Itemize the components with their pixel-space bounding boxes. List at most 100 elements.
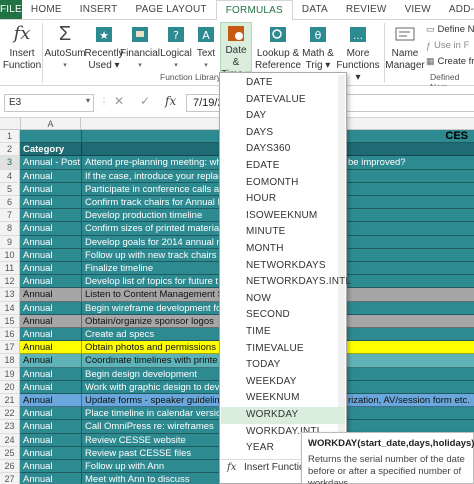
tab-formulas[interactable]: FORMULAS: [215, 0, 293, 21]
define-name-button[interactable]: ▭ Define N: [426, 24, 474, 35]
name-box[interactable]: E3 ▾: [4, 94, 94, 112]
function-item-weeknum[interactable]: WEEKNUM: [221, 390, 345, 407]
tab-add-ins[interactable]: ADD-INS: [440, 0, 474, 19]
row-number[interactable]: 15: [0, 314, 20, 328]
cell-category[interactable]: Annual: [20, 248, 82, 262]
cancel-icon[interactable]: ✕: [114, 94, 124, 108]
cell-category[interactable]: Annual: [20, 262, 82, 276]
financial-button[interactable]: Financial ▾: [120, 22, 160, 72]
function-item-days360[interactable]: DAYS360: [221, 141, 345, 158]
function-item-days[interactable]: DAYS: [221, 125, 345, 142]
column-header-a[interactable]: A: [20, 118, 81, 130]
cell-category[interactable]: Annual: [20, 314, 82, 328]
resize-handle-icon[interactable]: ⋮: [100, 97, 108, 106]
cell-category[interactable]: Annual: [20, 380, 82, 394]
row-number[interactable]: 13: [0, 288, 20, 302]
math-trig-button[interactable]: θ Math & Trig ▾: [302, 22, 334, 72]
text-button[interactable]: A Text ▾: [193, 22, 219, 72]
cell-category[interactable]: Annual - Post: [20, 156, 82, 170]
row-number[interactable]: 21: [0, 394, 20, 408]
tab-file[interactable]: FILE: [0, 0, 22, 19]
tab-view[interactable]: VIEW: [396, 0, 440, 19]
function-item-now[interactable]: NOW: [221, 291, 345, 308]
row-number[interactable]: 5: [0, 182, 20, 196]
row-number[interactable]: 7: [0, 209, 20, 223]
row-number[interactable]: 8: [0, 222, 20, 236]
cell-category[interactable]: Annual: [20, 222, 82, 236]
row-number[interactable]: 11: [0, 262, 20, 276]
cell-category[interactable]: Annual: [20, 446, 82, 460]
cell-category[interactable]: Annual: [20, 433, 82, 447]
cell-category[interactable]: [20, 130, 82, 144]
row-number[interactable]: 20: [0, 380, 20, 394]
cell-category[interactable]: Annual: [20, 407, 82, 421]
cell-category[interactable]: Annual: [20, 354, 82, 368]
function-item-isoweeknum[interactable]: ISOWEEKNUM: [221, 208, 345, 225]
row-number[interactable]: 27: [0, 473, 20, 484]
tab-page-layout[interactable]: PAGE LAYOUT: [126, 0, 215, 19]
row-number[interactable]: 24: [0, 433, 20, 447]
function-item-time[interactable]: TIME: [221, 324, 345, 341]
cell-category[interactable]: Annual: [20, 420, 82, 434]
row-number[interactable]: 16: [0, 328, 20, 342]
cell-category[interactable]: Category: [20, 143, 82, 157]
cell-category[interactable]: Annual: [20, 367, 82, 381]
tab-data[interactable]: DATA: [293, 0, 337, 19]
row-number[interactable]: 19: [0, 367, 20, 381]
function-item-networkdays[interactable]: NETWORKDAYS: [221, 258, 345, 275]
logical-button[interactable]: ? Logical ▾: [160, 22, 192, 72]
function-item-month[interactable]: MONTH: [221, 241, 345, 258]
enter-check-icon[interactable]: ✓: [140, 94, 150, 108]
cell-category[interactable]: Annual: [20, 209, 82, 223]
function-item-networkdays-intl[interactable]: NETWORKDAYS.INTL: [221, 274, 351, 291]
row-number[interactable]: 10: [0, 248, 20, 262]
function-item-workday[interactable]: WORKDAY: [221, 407, 345, 424]
row-number[interactable]: 18: [0, 354, 20, 368]
row-number[interactable]: 3: [0, 156, 20, 170]
function-item-today[interactable]: TODAY: [221, 357, 345, 374]
create-from-selection-button[interactable]: ▦ Create fr: [426, 56, 474, 67]
chevron-down-icon[interactable]: ▾: [86, 96, 90, 105]
row-number[interactable]: 14: [0, 301, 20, 315]
recently-used-button[interactable]: ★ Recently Used ▾: [85, 22, 123, 72]
name-manager-button[interactable]: Name Manager: [385, 22, 425, 72]
insert-function-button[interactable]: fx Insert Function: [3, 22, 41, 72]
tab-home[interactable]: HOME: [22, 0, 71, 19]
row-number[interactable]: 17: [0, 341, 20, 355]
row-number[interactable]: 1: [0, 130, 20, 144]
cell-category[interactable]: Annual: [20, 473, 82, 484]
cell-category[interactable]: Annual: [20, 301, 82, 315]
cell-category[interactable]: Annual: [20, 460, 82, 474]
date-time-button[interactable]: Date & Time ▾: [220, 22, 252, 80]
function-item-weekday[interactable]: WEEKDAY: [221, 374, 345, 391]
function-item-date[interactable]: DATE: [221, 75, 345, 92]
function-item-hour[interactable]: HOUR: [221, 191, 345, 208]
cell-category[interactable]: Annual: [20, 341, 82, 355]
tab-insert[interactable]: INSERT: [71, 0, 127, 19]
fx-icon[interactable]: fx: [165, 94, 176, 108]
row-number[interactable]: 22: [0, 407, 20, 421]
function-item-second[interactable]: SECOND: [221, 307, 345, 324]
function-item-datevalue[interactable]: DATEVALUE: [221, 92, 345, 109]
row-number[interactable]: 9: [0, 235, 20, 249]
cell-category[interactable]: Annual: [20, 275, 82, 289]
cell-category[interactable]: Annual: [20, 182, 82, 196]
tab-review[interactable]: REVIEW: [337, 0, 396, 19]
row-number[interactable]: 6: [0, 196, 20, 210]
function-item-edate[interactable]: EDATE: [221, 158, 345, 175]
function-item-timevalue[interactable]: TIMEVALUE: [221, 341, 345, 358]
row-number[interactable]: 26: [0, 460, 20, 474]
function-item-day[interactable]: DAY: [221, 108, 345, 125]
use-in-formula-button[interactable]: ƒ Use in F: [426, 40, 469, 51]
row-number[interactable]: 2: [0, 143, 20, 157]
cell-category[interactable]: Annual: [20, 169, 82, 183]
autosum-button[interactable]: Σ AutoSum ▾: [44, 22, 85, 72]
row-number[interactable]: 4: [0, 169, 20, 183]
cell-category[interactable]: Annual: [20, 196, 82, 210]
function-item-minute[interactable]: MINUTE: [221, 224, 345, 241]
cell-category[interactable]: Annual: [20, 328, 82, 342]
cell-category[interactable]: Annual: [20, 394, 82, 408]
row-number[interactable]: 25: [0, 446, 20, 460]
function-item-eomonth[interactable]: EOMONTH: [221, 175, 345, 192]
row-number[interactable]: 23: [0, 420, 20, 434]
